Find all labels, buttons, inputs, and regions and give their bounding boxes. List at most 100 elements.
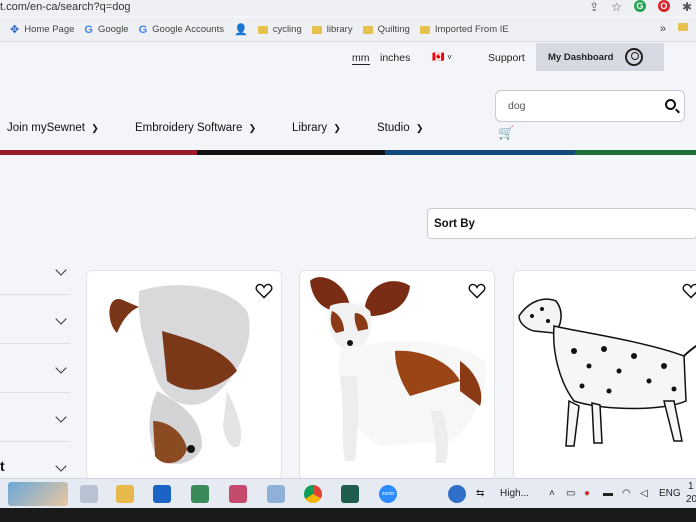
show-hidden-icons-icon[interactable]: ˄ xyxy=(549,488,555,499)
brand-stripe-black xyxy=(197,150,385,155)
filter-row[interactable] xyxy=(0,393,70,442)
support-link[interactable]: Support xyxy=(488,52,525,64)
all-bookmarks-folder-icon[interactable] xyxy=(678,23,688,31)
app-icon[interactable] xyxy=(341,485,359,503)
account-icon[interactable] xyxy=(625,48,643,66)
chevron-down-icon xyxy=(55,313,67,325)
nav-embroidery-software[interactable]: Embroidery Software ❯ xyxy=(135,122,256,134)
screen: t.com/en-ca/search?q=dog ⇪ ☆ G O ✱ ✥ Hom… xyxy=(0,0,696,522)
search-icon[interactable] xyxy=(665,99,676,110)
bookmark-quilting[interactable]: Quilting xyxy=(362,24,410,35)
battery-icon[interactable]: ▬ xyxy=(603,488,613,499)
bookmark-google[interactable]: G Google xyxy=(84,24,128,36)
nav-label: Join mySewnet xyxy=(7,122,85,134)
brand-stripe-blue xyxy=(385,150,575,155)
nav-studio[interactable]: Studio ❯ xyxy=(377,122,423,134)
tray-icon[interactable]: ▭ xyxy=(566,488,575,499)
zoom-icon-label: zoom xyxy=(381,491,395,497)
papillon-embroidery-image xyxy=(310,277,486,463)
heart-icon[interactable] xyxy=(255,283,273,299)
zoom-icon[interactable]: zoom xyxy=(379,485,397,503)
bookmark-cycling[interactable]: cycling xyxy=(257,24,302,35)
arrows-icon[interactable]: ⇆ xyxy=(476,488,484,499)
unit-inches-toggle[interactable]: inches xyxy=(380,52,410,64)
design-card[interactable] xyxy=(513,270,696,480)
taskbar-text[interactable]: High... xyxy=(500,488,529,499)
chevron-down-icon xyxy=(55,264,67,276)
more-bookmarks-button[interactable]: » xyxy=(660,23,666,35)
filter-row[interactable] xyxy=(0,295,70,344)
url-text[interactable]: t.com/en-ca/search?q=dog xyxy=(0,1,131,13)
bookmark-library[interactable]: library xyxy=(311,24,353,35)
cart-icon[interactable]: 🛒 xyxy=(498,125,514,141)
wifi-icon[interactable]: ◠ xyxy=(622,488,631,499)
person-icon: 👤 xyxy=(233,24,248,36)
snipping-tool-icon[interactable] xyxy=(229,485,247,503)
country-selector[interactable]: 🇨🇦 ˅ xyxy=(432,52,452,63)
photos-icon[interactable] xyxy=(191,485,209,503)
bookmark-person[interactable]: 👤 xyxy=(234,23,248,36)
bookmark-home-page[interactable]: ✥ Home Page xyxy=(10,23,74,36)
chevron-down-icon: ❯ xyxy=(415,123,424,133)
bookmark-label: Imported From IE xyxy=(434,24,509,35)
nav-join-mysewnet[interactable]: Join mySewnet ❯ xyxy=(7,122,99,134)
chevron-down-icon xyxy=(55,460,67,472)
language-indicator[interactable]: ENG xyxy=(659,488,681,499)
heart-icon[interactable] xyxy=(468,283,486,299)
filter-row[interactable] xyxy=(0,344,70,393)
file-explorer-icon[interactable] xyxy=(116,485,134,503)
task-view-icon[interactable] xyxy=(80,485,98,503)
share-icon[interactable]: ⇪ xyxy=(589,0,599,14)
apps-icon: ✥ xyxy=(10,24,20,36)
grammarly-extension-icon[interactable]: G xyxy=(633,0,646,12)
folder-icon xyxy=(311,25,322,34)
google-icon: G xyxy=(84,23,93,36)
my-dashboard-label: My Dashboard xyxy=(548,52,614,63)
opera-extension-icon[interactable]: O xyxy=(657,0,670,12)
filter-label-partial: t xyxy=(0,458,5,474)
search-input[interactable]: dog xyxy=(495,90,685,122)
chevron-down-icon: ❯ xyxy=(248,123,257,133)
windows-taskbar: zoom ⇆ High... ˄ ▭ ● ▬ ◠ ◁ ENG 1 20 xyxy=(0,478,696,508)
chevron-down-icon xyxy=(55,411,67,423)
address-bar[interactable]: t.com/en-ca/search?q=dog ⇪ ☆ G O ✱ xyxy=(0,0,696,16)
monitor-bezel xyxy=(0,508,696,522)
outlook-icon[interactable] xyxy=(153,485,171,503)
volume-icon[interactable]: ◁ xyxy=(640,488,648,499)
paint-icon[interactable] xyxy=(267,485,285,503)
chrome-icon[interactable] xyxy=(304,485,322,503)
nav-library[interactable]: Library ❯ xyxy=(292,122,341,134)
search-query: dog xyxy=(508,100,526,112)
tray-app-icon[interactable]: ● xyxy=(584,488,590,499)
folder-icon xyxy=(257,25,268,34)
chevron-down-icon xyxy=(55,362,67,374)
weather-widget-icon[interactable] xyxy=(8,482,68,506)
bookmark-label: Google xyxy=(97,24,129,35)
chevron-down-icon: ❯ xyxy=(91,123,99,133)
brand-stripe-green xyxy=(575,150,696,155)
clock-time[interactable]: 1 xyxy=(688,481,694,492)
extensions-puzzle-icon[interactable]: ✱ xyxy=(682,0,692,14)
sort-by-label: Sort By xyxy=(434,218,475,230)
my-dashboard-button[interactable]: My Dashboard xyxy=(536,43,664,71)
heart-icon[interactable] xyxy=(682,283,696,299)
clock-date[interactable]: 20 xyxy=(686,494,696,505)
folder-icon xyxy=(362,25,373,34)
filter-row[interactable] xyxy=(0,246,70,295)
bookmark-label: Quilting xyxy=(377,24,410,35)
nav-label: Studio xyxy=(377,122,410,134)
bookmark-imported-from-ie[interactable]: Imported From IE xyxy=(419,24,509,35)
design-card[interactable] xyxy=(86,270,282,480)
design-card[interactable] xyxy=(299,270,495,480)
bookmark-google-accounts[interactable]: G Google Accounts xyxy=(139,24,224,36)
bookmark-label: cycling xyxy=(272,24,302,35)
help-icon[interactable] xyxy=(448,485,466,503)
brand-stripe-red xyxy=(0,150,197,155)
dog-embroidery-image xyxy=(109,285,250,464)
star-icon[interactable]: ☆ xyxy=(611,0,622,14)
nav-label: Library xyxy=(292,122,328,134)
sort-by-dropdown[interactable]: Sort By xyxy=(427,208,696,239)
toolbar-icons: ⇪ ☆ G O ✱ xyxy=(589,0,692,14)
unit-mm-toggle[interactable]: mm xyxy=(352,52,370,65)
canada-flag-icon: 🇨🇦 xyxy=(432,52,445,63)
